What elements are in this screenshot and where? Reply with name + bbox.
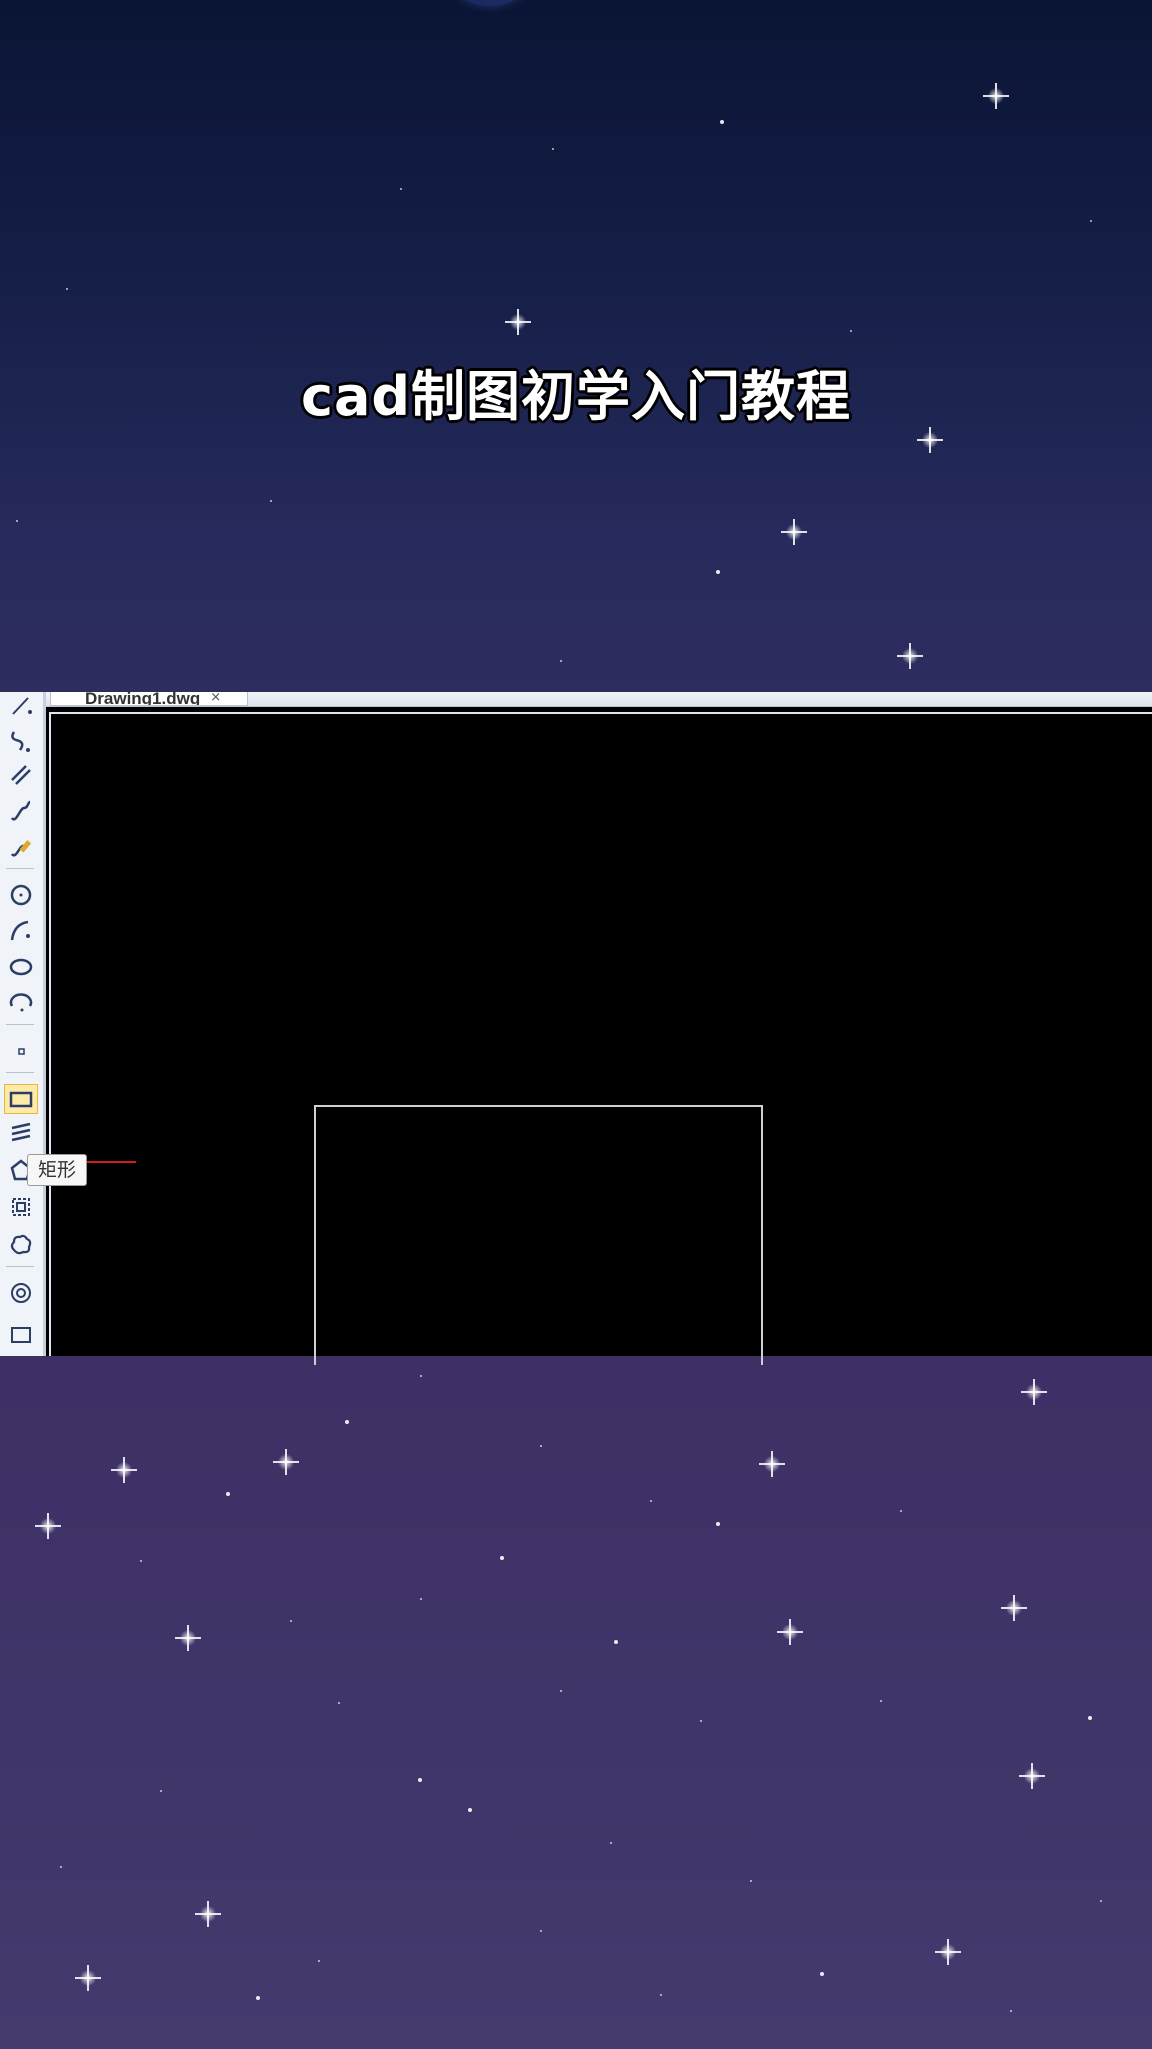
line-icon[interactable] — [4, 692, 38, 722]
rectangle-icon[interactable] — [4, 1084, 38, 1114]
spline-icon[interactable] — [4, 796, 38, 826]
ellipse-icon[interactable] — [4, 952, 38, 982]
star-sparkle — [505, 309, 531, 335]
document-tab[interactable]: Drawing1.dwg × — [50, 692, 248, 706]
planet-edge-decoration — [440, 0, 540, 6]
star-sparkle — [111, 1457, 137, 1483]
revision-cloud-icon[interactable] — [4, 1230, 38, 1260]
star-sparkle — [1001, 1595, 1027, 1621]
star-sparkle — [35, 1513, 61, 1539]
star-sparkle — [935, 1939, 961, 1965]
star-sparkle — [777, 1619, 803, 1645]
star-sparkle — [759, 1451, 785, 1477]
star-sparkle — [175, 1625, 201, 1651]
close-icon[interactable]: × — [210, 692, 221, 705]
hatch-icon[interactable] — [4, 1120, 38, 1150]
star-sparkle — [1021, 1379, 1047, 1405]
point-icon[interactable] — [4, 1036, 38, 1066]
drawn-rectangle — [314, 1105, 763, 1365]
circle-icon[interactable] — [4, 880, 38, 910]
draw-toolbar — [0, 692, 46, 1356]
tool-tooltip: 矩形 — [27, 1154, 87, 1186]
parallel-lines-icon[interactable] — [4, 760, 38, 790]
video-title: cad制图初学入门教程 — [300, 365, 852, 428]
arc-icon[interactable] — [4, 916, 38, 946]
document-tab-bar: Drawing1.dwg × — [0, 692, 1152, 707]
star-sparkle — [781, 519, 807, 545]
star-sparkle — [273, 1449, 299, 1475]
star-sparkle — [75, 1965, 101, 1991]
star-sparkle — [983, 83, 1009, 109]
ellipse-arc-icon[interactable] — [4, 988, 38, 1018]
star-sparkle — [195, 1901, 221, 1927]
donut-icon[interactable] — [4, 1278, 38, 1308]
star-sparkle — [1019, 1763, 1045, 1789]
star-sparkle — [897, 643, 923, 669]
region-icon[interactable] — [4, 1192, 38, 1222]
freehand-icon[interactable] — [4, 832, 38, 862]
crosshair-cursor-line — [84, 1161, 136, 1163]
wipeout-icon[interactable] — [4, 1322, 38, 1352]
document-tab-label: Drawing1.dwg — [85, 692, 201, 705]
polyline-icon[interactable] — [4, 726, 38, 756]
